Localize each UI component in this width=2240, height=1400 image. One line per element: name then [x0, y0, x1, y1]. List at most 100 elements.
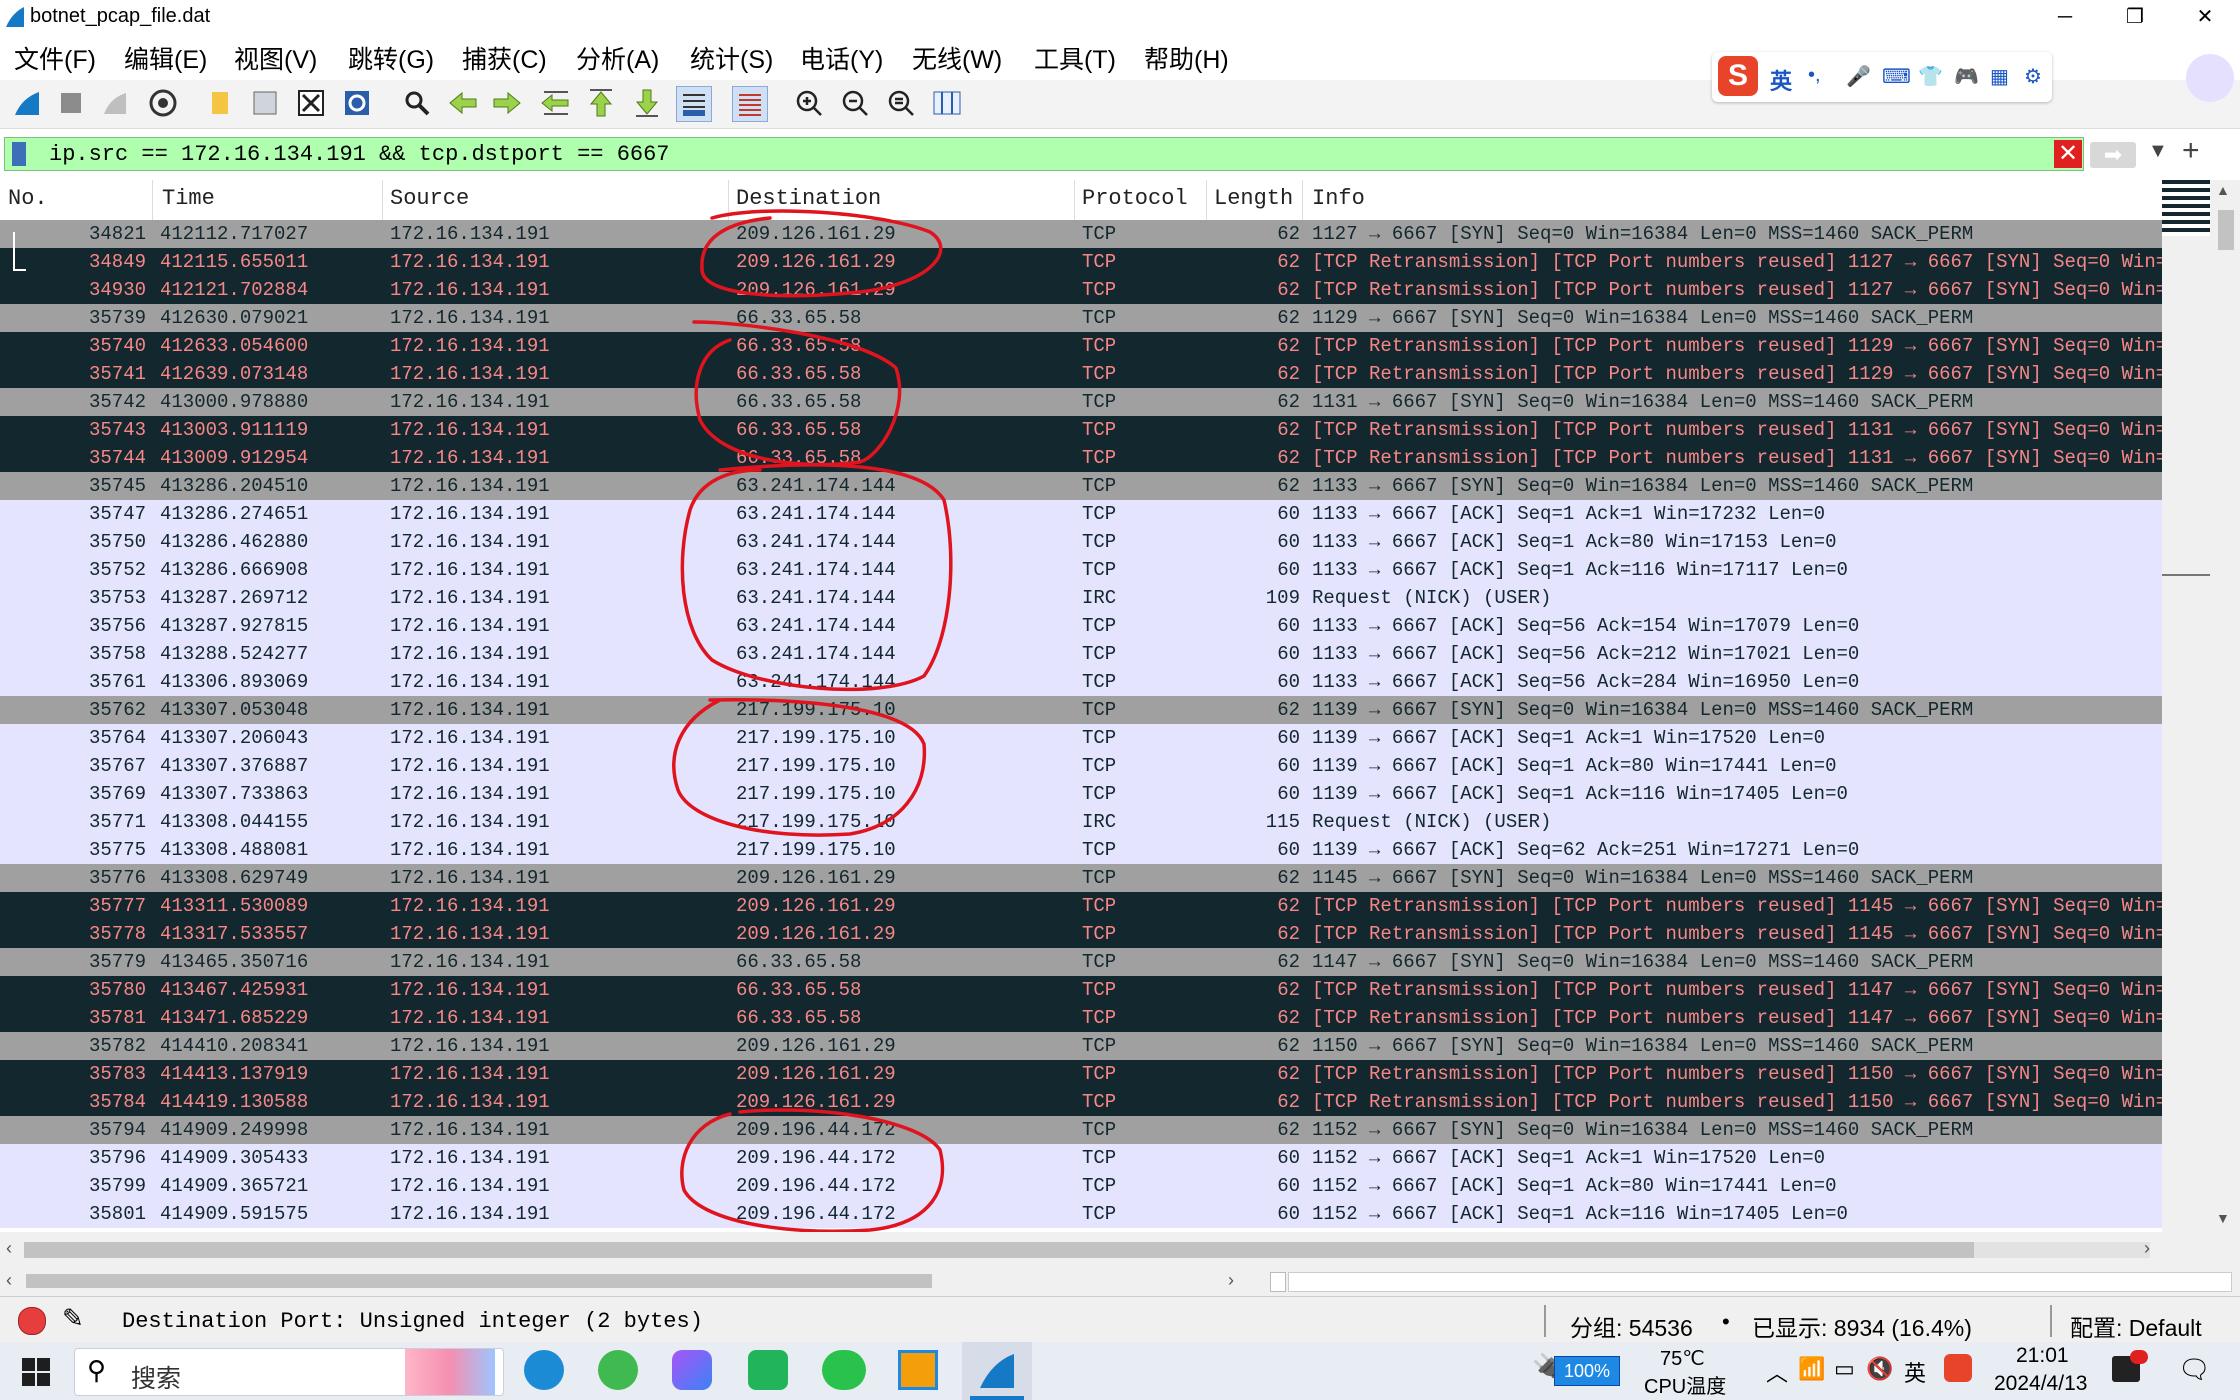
- stop-capture-icon[interactable]: [54, 86, 88, 120]
- table-row[interactable]: 35782 414410.208341 172.16.134.191 209.126.…: [0, 1032, 2162, 1060]
- packet-list-minimap-scrollbar[interactable]: [2162, 180, 2212, 1232]
- ime-settings-icon[interactable]: ⚙: [2024, 64, 2042, 89]
- filter-history-dropdown-icon[interactable]: ▼: [2148, 140, 2168, 163]
- zoom-normal-icon[interactable]: [884, 86, 918, 120]
- clear-filter-icon[interactable]: ✕: [2054, 140, 2082, 168]
- horizontal-scrollbar[interactable]: ‹ ›: [0, 1232, 2240, 1268]
- go-last-packet-icon[interactable]: [630, 86, 664, 120]
- resize-columns-icon[interactable]: [930, 86, 964, 120]
- table-row[interactable]: 35742 413000.978880 172.16.134.191 66.33.65…: [0, 388, 2162, 416]
- vertical-scrollbar[interactable]: ▲ ▼: [2212, 180, 2240, 1232]
- table-row[interactable]: 35739 412630.079021 172.16.134.191 66.33.65…: [0, 304, 2162, 332]
- menu-item-8[interactable]: 无线(W): [912, 40, 1002, 76]
- column-header-info[interactable]: Info: [1312, 186, 1365, 211]
- table-row[interactable]: 35741 412639.073148 172.16.134.191 66.33.65…: [0, 360, 2162, 388]
- start-capture-icon[interactable]: [10, 86, 44, 120]
- ime-game-icon[interactable]: 🎮: [1954, 64, 1979, 89]
- zoom-out-icon[interactable]: [838, 86, 872, 120]
- scroll-right-icon[interactable]: ›: [2144, 1238, 2150, 1259]
- clock-date[interactable]: 2024/4/13: [1994, 1372, 2087, 1396]
- table-row[interactable]: 35747 413286.274651 172.16.134.191 63.241.1…: [0, 500, 2162, 528]
- bytes-pane-scrollbar[interactable]: [1288, 1272, 2232, 1292]
- scroll-down-icon[interactable]: ▼: [2216, 1210, 2230, 1226]
- table-row[interactable]: 35794 414909.249998 172.16.134.191 209.196.…: [0, 1116, 2162, 1144]
- windows-start-icon[interactable]: [22, 1358, 50, 1386]
- column-header-length[interactable]: Length: [1214, 186, 1293, 211]
- table-row[interactable]: 35750 413286.462880 172.16.134.191 63.241.1…: [0, 528, 2162, 556]
- table-row[interactable]: 35778 413317.533557 172.16.134.191 209.126.…: [0, 920, 2162, 948]
- table-row[interactable]: 35740 412633.054600 172.16.134.191 66.33.65…: [0, 332, 2162, 360]
- taskbar-ime-indicator[interactable]: 英: [1904, 1356, 1926, 1388]
- file-explorer-icon[interactable]: [898, 1350, 938, 1390]
- table-row[interactable]: 35799 414909.365721 172.16.134.191 209.196.…: [0, 1172, 2162, 1200]
- add-filter-button-icon[interactable]: +: [2182, 134, 2200, 168]
- splitter-handle[interactable]: [1270, 1272, 1286, 1292]
- ime-skin-icon[interactable]: 👕: [1918, 64, 1943, 89]
- menu-item-9[interactable]: 工具(T): [1034, 40, 1116, 76]
- ime-voice-icon[interactable]: 🎤: [1846, 64, 1871, 89]
- table-row[interactable]: 35764 413307.206043 172.16.134.191 217.199.…: [0, 724, 2162, 752]
- table-row[interactable]: 35775 413308.488081 172.16.134.191 217.199.…: [0, 836, 2162, 864]
- table-row[interactable]: 35753 413287.269712 172.16.134.191 63.241.1…: [0, 584, 2162, 612]
- ime-language-toggle[interactable]: 英: [1770, 64, 1792, 96]
- table-row[interactable]: 35769 413307.733863 172.16.134.191 217.199.…: [0, 780, 2162, 808]
- close-button[interactable]: ✕: [2170, 0, 2240, 34]
- find-packet-icon[interactable]: [400, 86, 434, 120]
- status-profile[interactable]: 配置: Default: [2070, 1309, 2202, 1343]
- scroll-up-icon[interactable]: ▲: [2216, 182, 2230, 198]
- copilot-app-icon[interactable]: [672, 1350, 712, 1390]
- zoom-in-icon[interactable]: [792, 86, 826, 120]
- wifi-icon[interactable]: 📶: [1798, 1356, 1825, 1382]
- capture-comment-icon[interactable]: ✎: [62, 1303, 84, 1334]
- scroll-left-icon[interactable]: ‹: [6, 1238, 12, 1259]
- menu-item-3[interactable]: 跳转(G): [348, 40, 434, 76]
- ime-punctuation-icon[interactable]: •,: [1808, 64, 1821, 87]
- table-row[interactable]: 34930 412121.702884 172.16.134.191 209.126.…: [0, 276, 2162, 304]
- table-row[interactable]: 35780 413467.425931 172.16.134.191 66.33.65…: [0, 976, 2162, 1004]
- table-row[interactable]: 35796 414909.305433 172.16.134.191 209.196.…: [0, 1144, 2162, 1172]
- table-row[interactable]: 35771 413308.044155 172.16.134.191 217.199.…: [0, 808, 2162, 836]
- capture-options-icon[interactable]: [146, 86, 180, 120]
- table-row[interactable]: 35784 414419.130588 172.16.134.191 209.126.…: [0, 1088, 2162, 1116]
- edge-green-browser-icon[interactable]: [598, 1350, 638, 1390]
- volume-mute-icon[interactable]: 🔇: [1866, 1356, 1893, 1382]
- details-scroll-left-icon[interactable]: ‹: [6, 1270, 12, 1291]
- go-back-icon[interactable]: [446, 86, 480, 120]
- table-row[interactable]: 34849 412115.655011 172.16.134.191 209.126.…: [0, 248, 2162, 276]
- menu-item-10[interactable]: 帮助(H): [1144, 40, 1229, 76]
- column-header-no[interactable]: No.: [8, 186, 48, 211]
- wechat-icon[interactable]: [822, 1350, 866, 1390]
- minimize-button[interactable]: ─: [2030, 0, 2100, 34]
- details-scroll-right-icon[interactable]: ›: [1228, 1270, 1234, 1291]
- colorize-icon[interactable]: [732, 86, 768, 122]
- table-row[interactable]: 35743 413003.911119 172.16.134.191 66.33.65…: [0, 416, 2162, 444]
- horizontal-scroll-track[interactable]: [24, 1242, 2150, 1258]
- column-header-protocol[interactable]: Protocol: [1082, 186, 1188, 211]
- table-row[interactable]: 35745 413286.204510 172.16.134.191 63.241.1…: [0, 472, 2162, 500]
- battery-indicator[interactable]: 100%: [1554, 1356, 1620, 1386]
- go-forward-icon[interactable]: [490, 86, 524, 120]
- search-highlight-luggage-icon[interactable]: [405, 1349, 495, 1395]
- save-file-icon[interactable]: [248, 86, 282, 120]
- table-row[interactable]: 35781 413471.685229 172.16.134.191 66.33.65…: [0, 1004, 2162, 1032]
- menu-item-4[interactable]: 捕获(C): [462, 40, 547, 76]
- display-filter-input[interactable]: ip.src == 172.16.134.191 && tcp.dstport …: [4, 137, 2084, 171]
- details-scroll-thumb[interactable]: [26, 1274, 932, 1288]
- edge-browser-icon[interactable]: [524, 1350, 564, 1390]
- table-row[interactable]: 35801 414909.591575 172.16.134.191 209.196.…: [0, 1200, 2162, 1228]
- ime-keyboard-icon[interactable]: ⌨: [1882, 64, 1911, 89]
- sogou-tray-icon[interactable]: [1944, 1354, 1972, 1382]
- wireshark-taskbar-button[interactable]: [962, 1342, 1032, 1400]
- menu-item-1[interactable]: 编辑(E): [124, 40, 207, 76]
- bookmark-icon[interactable]: [12, 142, 26, 166]
- expert-info-icon[interactable]: [18, 1307, 46, 1335]
- table-row[interactable]: 35761 413306.893069 172.16.134.191 63.241.1…: [0, 668, 2162, 696]
- go-to-packet-icon[interactable]: [538, 86, 572, 120]
- notification-center-icon[interactable]: 🗨: [2178, 1354, 2211, 1385]
- column-header-source[interactable]: Source: [390, 186, 469, 211]
- table-row[interactable]: 34821 412112.717027 172.16.134.191 209.126.…: [0, 220, 2162, 248]
- close-file-icon[interactable]: [294, 86, 328, 120]
- taskbar-search-box[interactable]: ⚲ 搜索: [74, 1348, 504, 1396]
- table-row[interactable]: 35779 413465.350716 172.16.134.191 66.33.65…: [0, 948, 2162, 976]
- vertical-scroll-thumb[interactable]: [2218, 210, 2234, 250]
